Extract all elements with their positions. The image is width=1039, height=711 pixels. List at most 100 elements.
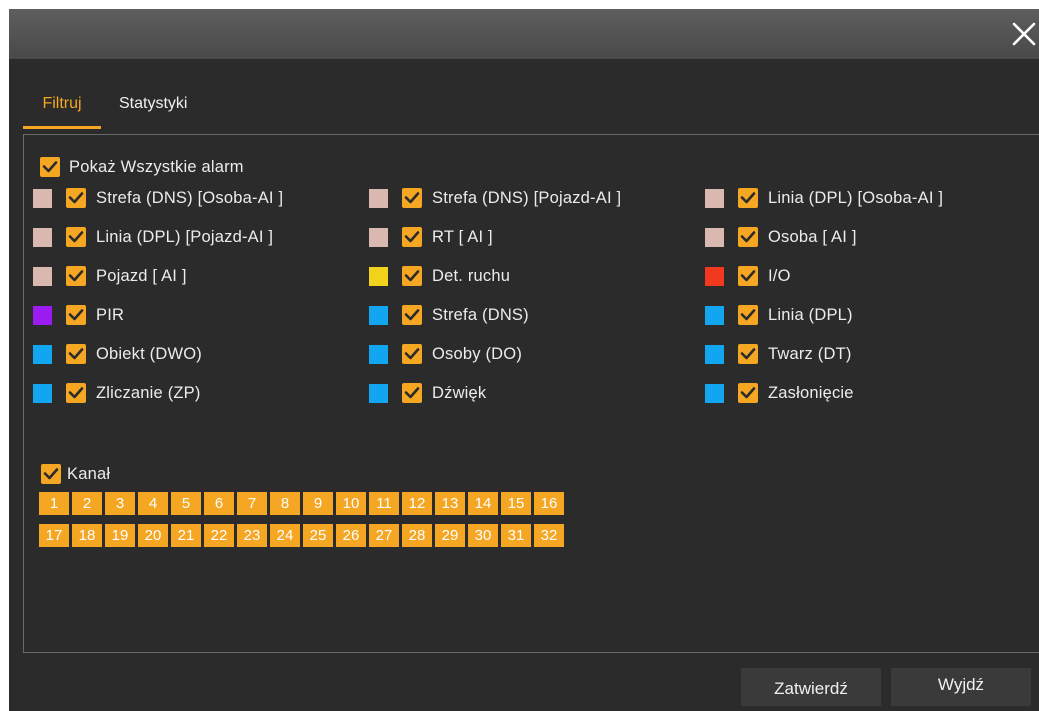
alarm-type-label: Strefa (DNS) [Osoba-AI ] <box>96 189 284 207</box>
channel-button[interactable]: 10 <box>336 492 366 515</box>
alarm-type-label: RT [ AI ] <box>432 228 493 246</box>
channel-button[interactable]: 15 <box>501 492 531 515</box>
alarm-type-checkbox[interactable] <box>66 188 86 208</box>
alarm-type-label: Det. ruchu <box>432 267 511 285</box>
channel-button[interactable]: 30 <box>468 524 498 547</box>
channel-button[interactable]: 4 <box>138 492 168 515</box>
alarm-type-label: Dźwięk <box>432 384 487 402</box>
alarm-color-swatch <box>705 345 724 364</box>
channel-button[interactable]: 32 <box>534 524 564 547</box>
alarm-color-swatch <box>33 384 52 403</box>
channel-button[interactable]: 24 <box>270 524 300 547</box>
channel-button[interactable]: 17 <box>39 524 69 547</box>
channel-button[interactable]: 31 <box>501 524 531 547</box>
alarm-color-swatch <box>369 345 388 364</box>
channel-button[interactable]: 28 <box>402 524 432 547</box>
alarm-type-label: Osoby (DO) <box>432 345 523 363</box>
channel-button[interactable]: 22 <box>204 524 234 547</box>
channel-button[interactable]: 27 <box>369 524 399 547</box>
alarm-color-swatch <box>369 228 388 247</box>
channel-button[interactable]: 1 <box>39 492 69 515</box>
channel-button[interactable]: 6 <box>204 492 234 515</box>
alarm-type-label: PIR <box>96 306 125 324</box>
channel-button[interactable]: 16 <box>534 492 564 515</box>
alarm-type-checkbox[interactable] <box>66 383 86 403</box>
channel-button[interactable]: 11 <box>369 492 399 515</box>
channel-checkbox[interactable] <box>41 464 61 484</box>
channel-button[interactable]: 29 <box>435 524 465 547</box>
alarm-type-checkbox[interactable] <box>66 344 86 364</box>
checkmark-icon <box>740 192 756 204</box>
checkmark-icon <box>68 348 84 360</box>
tab-statistics[interactable]: Statystyki <box>119 93 187 126</box>
alarm-filter-dialog: Filtruj Statystyki Pokaż Wszystkie alarm… <box>9 9 1039 711</box>
channel-button[interactable]: 20 <box>138 524 168 547</box>
alarm-type-checkbox[interactable] <box>402 266 422 286</box>
alarm-type-checkbox[interactable] <box>402 188 422 208</box>
checkmark-icon <box>404 309 420 321</box>
channel-button[interactable]: 3 <box>105 492 135 515</box>
alarm-type-checkbox[interactable] <box>402 227 422 247</box>
checkmark-icon <box>42 161 58 173</box>
channel-button[interactable]: 18 <box>72 524 102 547</box>
channel-button[interactable]: 25 <box>303 524 333 547</box>
close-icon[interactable] <box>1011 21 1037 47</box>
checkmark-icon <box>68 270 84 282</box>
alarm-type-checkbox[interactable] <box>402 383 422 403</box>
checkmark-icon <box>68 309 84 321</box>
alarm-type-label: Osoba [ AI ] <box>768 228 857 246</box>
checkmark-icon <box>68 231 84 243</box>
channel-button[interactable]: 26 <box>336 524 366 547</box>
alarm-color-swatch <box>369 384 388 403</box>
alarm-color-swatch <box>33 189 52 208</box>
alarm-color-swatch <box>705 189 724 208</box>
alarm-color-swatch <box>705 384 724 403</box>
channel-button[interactable]: 9 <box>303 492 333 515</box>
alarm-type-checkbox[interactable] <box>738 305 758 325</box>
alarm-type-checkbox[interactable] <box>738 188 758 208</box>
confirm-button[interactable]: Zatwierdź <box>741 668 881 706</box>
channel-button[interactable]: 8 <box>270 492 300 515</box>
title-bar <box>9 9 1039 59</box>
alarm-type-label: Linia (DPL) [Pojazd-AI ] <box>96 228 274 246</box>
filter-panel: Pokaż Wszystkie alarm Strefa (DNS) [Osob… <box>23 134 1039 653</box>
channel-button[interactable]: 14 <box>468 492 498 515</box>
alarm-type-label: Linia (DPL) [Osoba-AI ] <box>768 189 944 207</box>
alarm-color-swatch <box>369 267 388 286</box>
alarm-type-label: Strefa (DNS) [Pojazd-AI ] <box>432 189 622 207</box>
alarm-type-checkbox[interactable] <box>402 305 422 325</box>
tab-filter[interactable]: Filtruj <box>23 93 101 129</box>
alarm-type-checkbox[interactable] <box>66 266 86 286</box>
checkmark-icon <box>404 387 420 399</box>
checkmark-icon <box>740 270 756 282</box>
alarm-color-swatch <box>33 228 52 247</box>
alarm-color-swatch <box>369 306 388 325</box>
channel-button[interactable]: 12 <box>402 492 432 515</box>
alarm-type-checkbox[interactable] <box>738 383 758 403</box>
alarm-type-checkbox[interactable] <box>66 227 86 247</box>
show-all-checkbox[interactable] <box>40 157 60 177</box>
alarm-type-label: Pojazd [ AI ] <box>96 267 187 285</box>
channel-button[interactable]: 21 <box>171 524 201 547</box>
channel-button[interactable]: 13 <box>435 492 465 515</box>
exit-button[interactable]: Wyjdź <box>891 668 1031 706</box>
channel-button[interactable]: 23 <box>237 524 267 547</box>
checkmark-icon <box>740 387 756 399</box>
checkmark-icon <box>404 231 420 243</box>
alarm-type-checkbox[interactable] <box>738 266 758 286</box>
channel-button[interactable]: 19 <box>105 524 135 547</box>
channel-label: Kanał <box>67 465 111 483</box>
alarm-type-checkbox[interactable] <box>402 344 422 364</box>
channel-button[interactable]: 5 <box>171 492 201 515</box>
alarm-color-swatch <box>33 267 52 286</box>
alarm-type-checkbox[interactable] <box>66 305 86 325</box>
checkmark-icon <box>43 468 59 480</box>
alarm-type-checkbox[interactable] <box>738 227 758 247</box>
channel-button[interactable]: 2 <box>72 492 102 515</box>
alarm-color-swatch <box>705 306 724 325</box>
alarm-type-checkbox[interactable] <box>738 344 758 364</box>
alarm-color-swatch <box>33 306 52 325</box>
channel-button[interactable]: 7 <box>237 492 267 515</box>
checkmark-icon <box>740 309 756 321</box>
checkmark-icon <box>404 348 420 360</box>
